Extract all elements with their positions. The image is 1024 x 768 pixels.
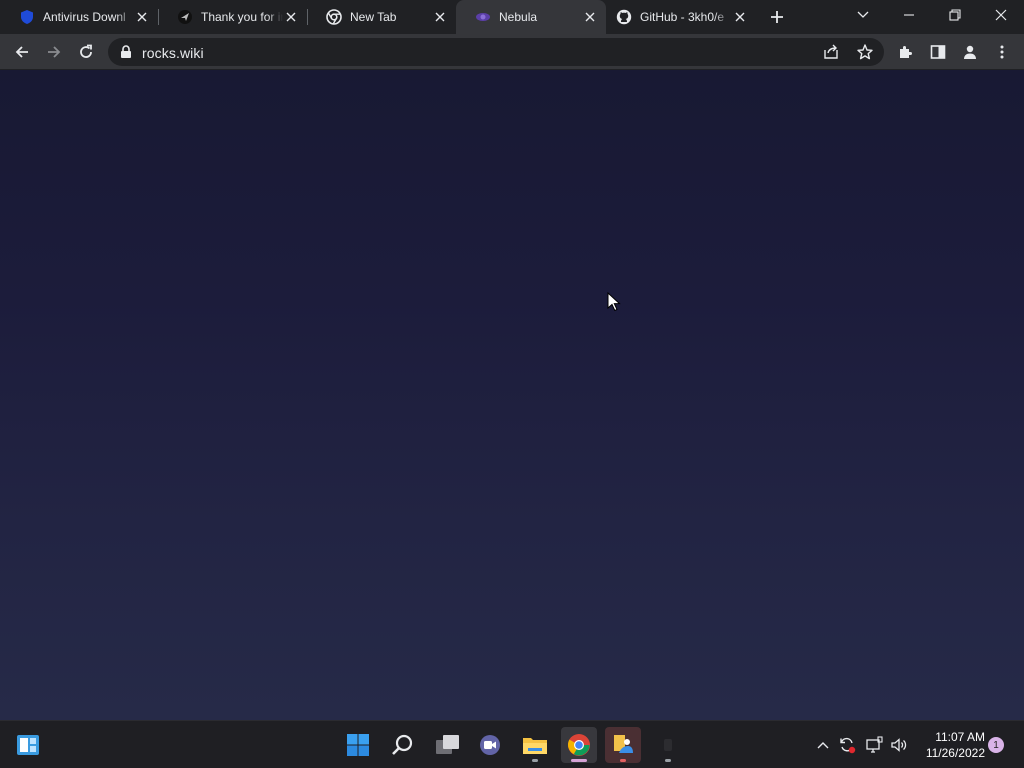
page-content[interactable] (0, 70, 1024, 720)
reload-button[interactable] (72, 38, 100, 66)
tab-title: New Tab (350, 10, 397, 24)
running-indicator (620, 759, 626, 762)
volume-tray-button[interactable] (888, 733, 910, 757)
lock-icon[interactable] (120, 45, 132, 59)
plus-icon (771, 11, 783, 23)
app-icon (664, 739, 672, 751)
close-icon[interactable] (432, 9, 448, 25)
task-view-button[interactable] (430, 727, 466, 763)
show-hidden-icons-button[interactable] (812, 733, 834, 757)
new-tab-button[interactable] (766, 6, 788, 28)
nebula-icon (475, 9, 491, 25)
tab-title: GitHub - 3kh0/e (640, 10, 725, 24)
shield-icon (19, 9, 35, 25)
close-icon[interactable] (732, 9, 748, 25)
clock-time: 11:07 AM (935, 730, 985, 744)
tab-github[interactable]: GitHub - 3kh0/e (606, 0, 756, 34)
address-bar[interactable]: rocks.wiki (108, 38, 884, 66)
sync-error-icon (840, 737, 856, 754)
bookmark-star-icon[interactable] (856, 43, 874, 61)
back-button[interactable] (8, 38, 36, 66)
more-vertical-icon (1000, 45, 1004, 59)
file-explorer-button[interactable] (517, 727, 553, 763)
profile-button[interactable] (956, 38, 984, 66)
widgets-button[interactable] (10, 727, 46, 763)
browser-toolbar: rocks.wiki (0, 34, 1024, 70)
running-indicator (532, 759, 538, 762)
close-window-button[interactable] (978, 0, 1024, 30)
tab-title: Antivirus Downl (43, 10, 126, 24)
notification-badge[interactable]: 1 (988, 737, 1004, 753)
close-icon[interactable] (582, 9, 598, 25)
puzzle-icon (900, 46, 912, 58)
tab-new-tab[interactable]: New Tab (307, 0, 456, 34)
clock-date: 11/26/2022 (925, 746, 985, 760)
chevron-down-icon (857, 11, 869, 18)
side-panel-button[interactable] (924, 38, 952, 66)
send-icon (177, 9, 193, 25)
widgets-icon (17, 735, 39, 755)
chevron-up-icon (817, 742, 829, 749)
chrome-taskbar-button[interactable] (561, 727, 597, 763)
active-indicator (571, 759, 587, 762)
chrome-icon (568, 734, 590, 756)
teams-chat-button[interactable] (472, 727, 508, 763)
mouse-cursor-icon (607, 292, 621, 312)
running-indicator (665, 759, 671, 762)
minimize-icon (904, 14, 914, 16)
forward-button[interactable] (40, 38, 68, 66)
start-button[interactable] (340, 727, 376, 763)
folder-icon (523, 738, 547, 754)
minimize-button[interactable] (886, 0, 932, 30)
tab-title: Thank you for in (201, 10, 283, 24)
tab-nebula[interactable]: Nebula (456, 0, 606, 34)
hidden-app-button[interactable] (650, 727, 686, 763)
arrow-right-icon (48, 46, 61, 58)
close-icon (995, 9, 1007, 21)
search-icon (392, 734, 413, 755)
volume-icon (891, 738, 907, 752)
taskbar: 11:07 AM 11/26/2022 (0, 720, 1024, 768)
close-icon[interactable] (283, 9, 299, 25)
windows-icon (347, 734, 369, 756)
tab-antivirus[interactable]: Antivirus Downl (0, 0, 158, 34)
share-icon[interactable] (822, 44, 840, 60)
tab-search-button[interactable] (840, 0, 886, 30)
search-button[interactable] (385, 727, 421, 763)
network-tray-button[interactable] (863, 733, 885, 757)
tab-strip: Antivirus Downl Thank you for in New Tab… (0, 0, 1024, 34)
clock[interactable]: 11:07 AM 11/26/2022 (915, 729, 985, 761)
restore-button[interactable] (932, 0, 978, 30)
account-icon (964, 45, 976, 59)
app-taskbar-button[interactable] (605, 727, 641, 763)
side-panel-icon (930, 45, 946, 59)
sync-tray-button[interactable] (836, 733, 858, 757)
task-view-icon (436, 735, 459, 754)
url-text[interactable]: rocks.wiki (142, 45, 204, 61)
tab-thank-you[interactable]: Thank you for in (158, 0, 307, 34)
chat-icon (480, 735, 500, 755)
network-icon (866, 736, 883, 753)
reload-icon (80, 44, 92, 58)
chrome-icon (326, 9, 342, 25)
extensions-button[interactable] (892, 38, 920, 66)
menu-button[interactable] (988, 38, 1016, 66)
github-icon (616, 9, 632, 25)
tab-title: Nebula (499, 10, 538, 24)
arrow-left-icon (15, 46, 28, 58)
close-icon[interactable] (134, 9, 150, 25)
restore-icon (949, 9, 961, 21)
app-icon (614, 735, 633, 753)
